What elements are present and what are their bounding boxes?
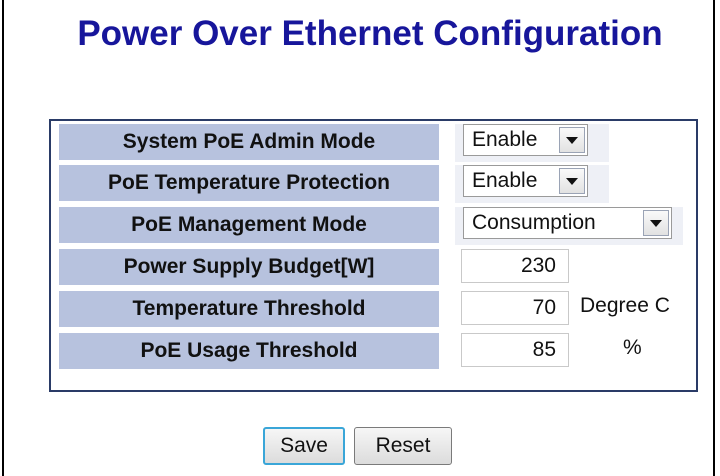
temp-protection-value: Enable <box>472 169 538 192</box>
temp-protection-select[interactable]: Enable <box>463 165 588 197</box>
reset-button[interactable]: Reset <box>354 427 452 465</box>
usage-threshold-input[interactable]: 85 <box>461 333 569 367</box>
row-temp-threshold: Temperature Threshold 70 Degree C <box>53 288 693 328</box>
temp-protection-label: PoE Temperature Protection <box>59 165 439 201</box>
row-usage-threshold: PoE Usage Threshold 85 % <box>53 330 693 370</box>
usage-threshold-label: PoE Usage Threshold <box>59 333 439 369</box>
management-mode-label: PoE Management Mode <box>59 207 439 243</box>
admin-mode-value: Enable <box>472 128 538 151</box>
usage-threshold-unit: % <box>623 336 642 359</box>
management-mode-value: Consumption <box>472 211 596 234</box>
temp-threshold-unit: Degree C <box>580 294 670 317</box>
save-button[interactable]: Save <box>263 427 345 465</box>
management-mode-select[interactable]: Consumption <box>463 207 672 239</box>
temp-threshold-label: Temperature Threshold <box>59 291 439 327</box>
admin-mode-label: System PoE Admin Mode <box>59 124 439 160</box>
chevron-down-icon[interactable] <box>559 127 585 153</box>
poe-config-table: System PoE Admin Mode Enable PoE Tempera… <box>49 119 698 392</box>
power-budget-label: Power Supply Budget[W] <box>59 249 439 285</box>
row-admin-mode: System PoE Admin Mode Enable <box>53 121 693 162</box>
temp-threshold-input[interactable]: 70 <box>461 291 569 325</box>
page-title: Power Over Ethernet Configuration <box>77 14 663 53</box>
admin-mode-select[interactable]: Enable <box>463 124 588 156</box>
row-management-mode: PoE Management Mode Consumption <box>53 204 693 245</box>
row-power-budget: Power Supply Budget[W] 230 <box>53 246 693 286</box>
chevron-down-icon[interactable] <box>559 168 585 194</box>
row-temp-protection: PoE Temperature Protection Enable <box>53 162 693 203</box>
power-budget-input[interactable]: 230 <box>461 249 569 283</box>
chevron-down-icon[interactable] <box>643 210 669 236</box>
